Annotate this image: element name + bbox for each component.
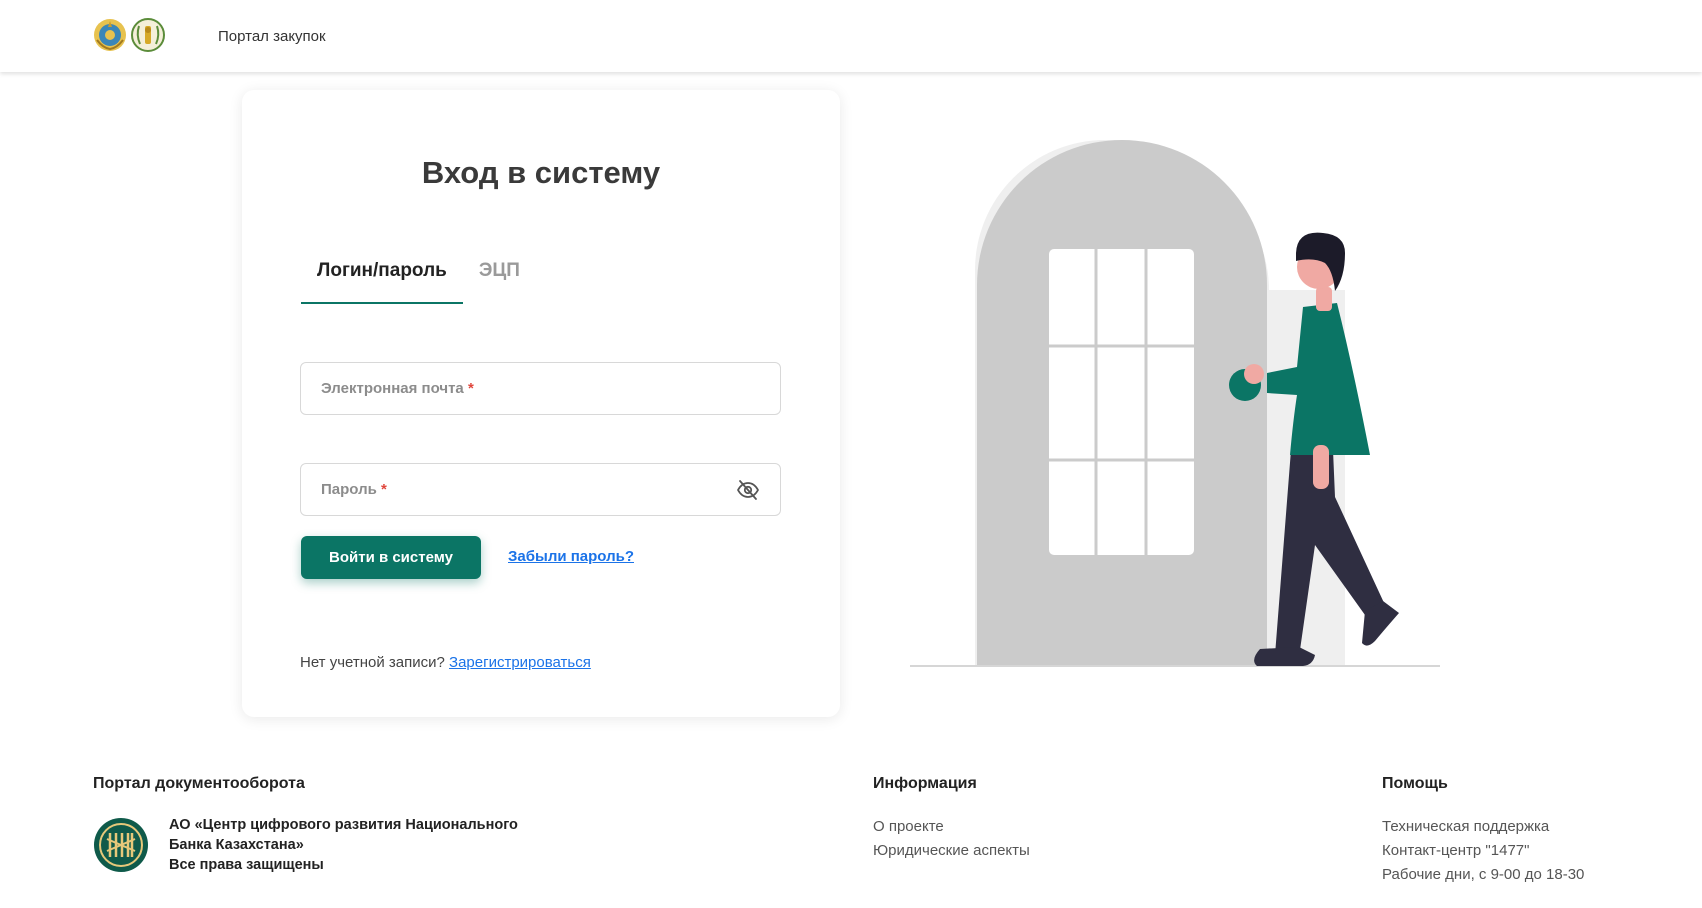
person-hand [1244,364,1264,384]
org-text: АО «Центр цифрового развития Национально… [169,815,549,875]
portal-title-link[interactable]: Портал закупок [218,28,326,45]
person-neck [1316,287,1332,311]
footer-help-heading: Помощь [1382,775,1448,792]
email-field: Электронная почта * [300,362,781,415]
footer-portal: Портал документооборота АО «Центр цифров… [93,775,549,875]
footer-link-about[interactable]: О проекте [873,815,1030,839]
tab-login-password[interactable]: Логин/пароль [301,246,463,304]
no-account-text: Нет учетной записи? [300,654,445,671]
forgot-password-link[interactable]: Забыли пароль? [508,548,634,565]
email-input[interactable] [301,363,780,414]
header-logos[interactable] [93,18,165,52]
eye-off-icon[interactable] [736,478,760,502]
register-link[interactable]: Зарегистрироваться [449,654,591,671]
door-illustration [910,140,1440,667]
state-emblem-icon [94,19,126,51]
password-field: Пароль * [300,463,781,516]
footer-help: Помощь Техническая поддержка Контакт-цен… [1382,775,1584,887]
top-header: Портал закупок [0,0,1702,72]
footer-link-support[interactable]: Техническая поддержка [1382,815,1584,839]
tab-digital-signature[interactable]: ЭЦП [463,246,536,304]
person-arm [1313,445,1329,489]
login-button[interactable]: Войти в систему [301,536,481,579]
footer-portal-heading: Портал документооборота [93,775,305,792]
org-line: АО «Центр цифрового развития Национально… [169,817,518,833]
copyright-line: Все права защищены [169,857,324,873]
footer-info-heading: Информация [873,775,977,792]
login-tabs: Логин/пароль ЭЦП [301,246,536,304]
footer-link-contact-center[interactable]: Контакт-центр "1477" [1382,839,1584,863]
footer-info: Информация О проекте Юридические аспекты [873,775,1030,863]
digital-center-logo-icon[interactable] [93,817,149,873]
password-input[interactable] [301,464,780,515]
door-window [1049,249,1194,555]
national-bank-emblem-icon [131,18,165,52]
org-line: Банка Казахстана» [169,837,304,853]
register-row: Нет учетной записи? Зарегистрироваться [300,654,591,671]
org-block: АО «Центр цифрового развития Национально… [93,815,549,875]
footer-link-legal[interactable]: Юридические аспекты [873,839,1030,863]
footer-working-hours: Рабочие дни, с 9-00 до 18-30 [1382,866,1585,883]
